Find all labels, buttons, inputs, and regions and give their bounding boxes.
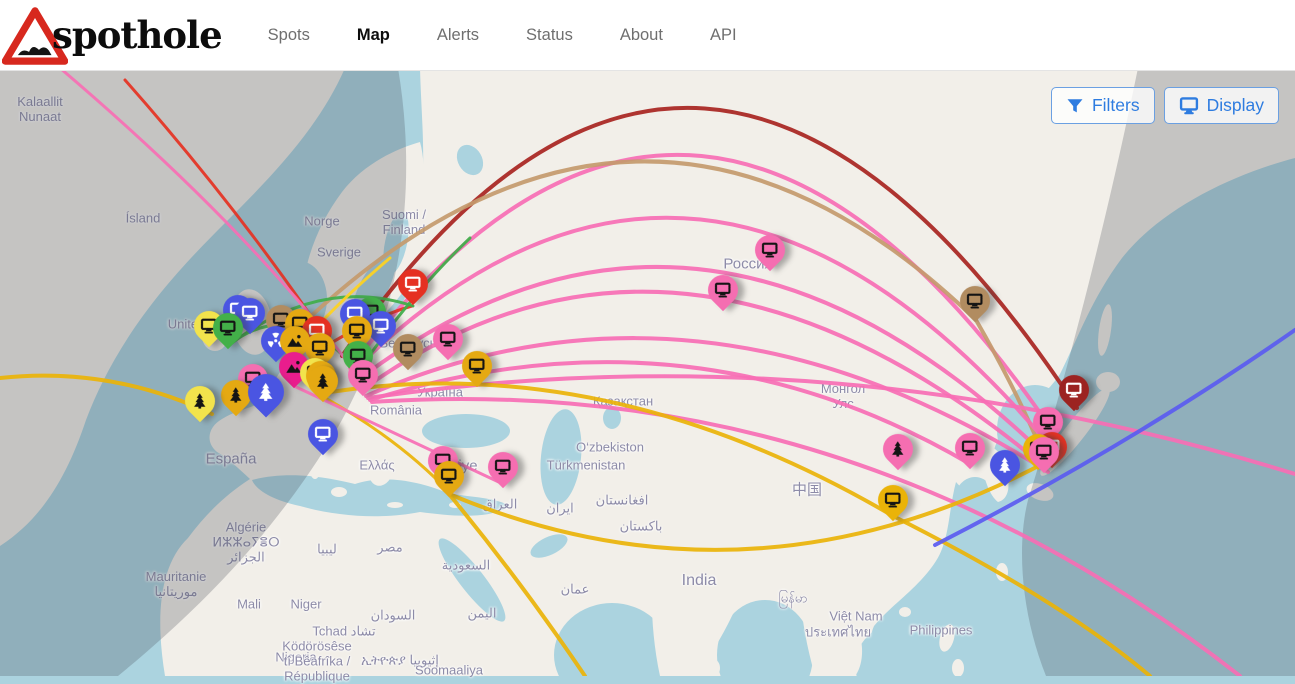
map-label: باكستان bbox=[620, 520, 663, 535]
map-label: 中国 bbox=[792, 481, 822, 498]
tree-icon bbox=[996, 456, 1013, 473]
map-label: اليمن bbox=[468, 607, 497, 622]
map-label: Қазақстан bbox=[593, 395, 653, 410]
nav-item-spots[interactable]: Spots bbox=[268, 26, 310, 45]
monitor-icon bbox=[241, 304, 258, 321]
map-label: Algérie ⵍⵣⵣⴰⵢⴻⵔ الجزائر bbox=[212, 521, 279, 566]
monitor-icon bbox=[219, 319, 236, 336]
map-label: Україна bbox=[417, 386, 463, 401]
map-label: افغانستان bbox=[596, 494, 649, 509]
header: spothole Spots Map Alerts Status About API bbox=[0, 0, 1295, 71]
map-label: Ködörösêse tî Bêafrîka / République bbox=[282, 640, 351, 684]
filters-label: Filters bbox=[1092, 95, 1140, 116]
monitor-icon bbox=[884, 491, 901, 508]
map-label: România bbox=[370, 404, 422, 419]
monitor-icon bbox=[372, 317, 389, 334]
map-marker[interactable] bbox=[949, 427, 991, 469]
map-label: Suomi / Finland bbox=[382, 208, 426, 238]
tree-icon bbox=[314, 372, 331, 389]
monitor-icon bbox=[314, 425, 331, 442]
map-label: Tchad تشاد bbox=[312, 625, 375, 640]
tree-icon bbox=[256, 381, 276, 401]
map-label: ليبيا bbox=[317, 543, 337, 558]
map-label: Niger bbox=[290, 598, 321, 613]
monitor-icon bbox=[468, 357, 485, 374]
map-label: العراق bbox=[483, 498, 518, 513]
map-marker[interactable] bbox=[749, 229, 791, 271]
map-label: ประเทศไทย bbox=[805, 626, 871, 641]
map-label: Mali bbox=[237, 598, 261, 613]
map-marker[interactable] bbox=[302, 413, 344, 455]
map-label: မြန်မာ bbox=[778, 592, 807, 607]
map-marker[interactable] bbox=[954, 280, 996, 322]
monitor-icon bbox=[440, 467, 457, 484]
tree-icon bbox=[191, 392, 208, 409]
monitor-icon bbox=[761, 241, 778, 258]
nav-item-about[interactable]: About bbox=[620, 26, 663, 45]
monitor-icon bbox=[439, 330, 456, 347]
monitor-icon bbox=[714, 281, 731, 298]
map-label: Philippines bbox=[910, 624, 973, 639]
monitor-icon bbox=[1035, 443, 1052, 460]
map-label: Ísland bbox=[126, 212, 161, 227]
map-label: ايران bbox=[546, 502, 574, 517]
monitor-icon bbox=[404, 275, 421, 292]
map-marker[interactable] bbox=[702, 269, 744, 311]
map-label: عمان bbox=[561, 583, 590, 598]
monitor-icon bbox=[966, 292, 983, 309]
display-button[interactable]: Display bbox=[1164, 87, 1279, 124]
map-marker[interactable] bbox=[1053, 369, 1095, 411]
brand[interactable]: spothole bbox=[0, 0, 222, 70]
map-label: Nigeria bbox=[275, 651, 316, 666]
monitor-icon bbox=[354, 366, 371, 383]
monitor-icon bbox=[348, 322, 365, 339]
map-label: Soomaaliya bbox=[415, 664, 483, 679]
map-label: مصر bbox=[377, 541, 402, 556]
map-label: Монгол Улс bbox=[821, 382, 865, 412]
monitor-icon bbox=[399, 340, 416, 357]
map-label: España bbox=[206, 450, 257, 467]
monitor-icon bbox=[311, 339, 328, 356]
nav-item-map[interactable]: Map bbox=[357, 26, 390, 45]
display-label: Display bbox=[1207, 95, 1264, 116]
map-label: Ελλάς bbox=[359, 459, 394, 474]
map-marker[interactable] bbox=[427, 318, 469, 360]
map-label: Kalaallit Nunaat bbox=[17, 95, 63, 125]
filters-button[interactable]: Filters bbox=[1051, 87, 1155, 124]
map-label: ኢትዮጵያ إثيوبيا bbox=[361, 654, 439, 669]
monitor-icon bbox=[1065, 381, 1082, 398]
mountain-icon bbox=[286, 332, 303, 349]
map-label: Türkmenistan bbox=[547, 459, 626, 474]
nav-item-api[interactable]: API bbox=[710, 26, 737, 45]
map-label: السعودية bbox=[442, 559, 491, 574]
monitor-icon bbox=[961, 439, 978, 456]
map-label: السودان bbox=[371, 609, 416, 624]
brand-name: spothole bbox=[52, 13, 222, 57]
map-marker[interactable] bbox=[984, 444, 1026, 486]
map-label: India bbox=[682, 572, 717, 590]
monitor-icon bbox=[494, 458, 511, 475]
map-label: O‘zbekiston bbox=[576, 441, 644, 456]
map-label: Sverige bbox=[317, 246, 361, 261]
filter-icon bbox=[1066, 97, 1084, 115]
map-marker[interactable] bbox=[179, 380, 221, 422]
map-marker[interactable] bbox=[877, 428, 919, 470]
tree-icon bbox=[889, 440, 906, 457]
map-label: Việt Nam bbox=[829, 610, 882, 625]
tree-icon bbox=[227, 386, 244, 403]
display-icon bbox=[1179, 96, 1199, 115]
nav-item-alerts[interactable]: Alerts bbox=[437, 26, 479, 45]
map-label: Mauritanie موريتانيا bbox=[146, 570, 207, 600]
map-marker[interactable] bbox=[482, 446, 524, 488]
monitor-icon bbox=[1039, 413, 1056, 430]
map-toolbar: Filters Display bbox=[1051, 87, 1279, 124]
map-label: Norge bbox=[304, 215, 339, 230]
map-marker[interactable] bbox=[392, 263, 434, 305]
map-marker[interactable] bbox=[872, 479, 914, 521]
main-nav: Spots Map Alerts Status About API bbox=[268, 26, 737, 45]
map[interactable]: Kalaallit Nunaat Ísland Norge Suomi / Finla… bbox=[0, 0, 1295, 676]
nav-item-status[interactable]: Status bbox=[526, 26, 573, 45]
map-marker[interactable] bbox=[456, 345, 498, 387]
